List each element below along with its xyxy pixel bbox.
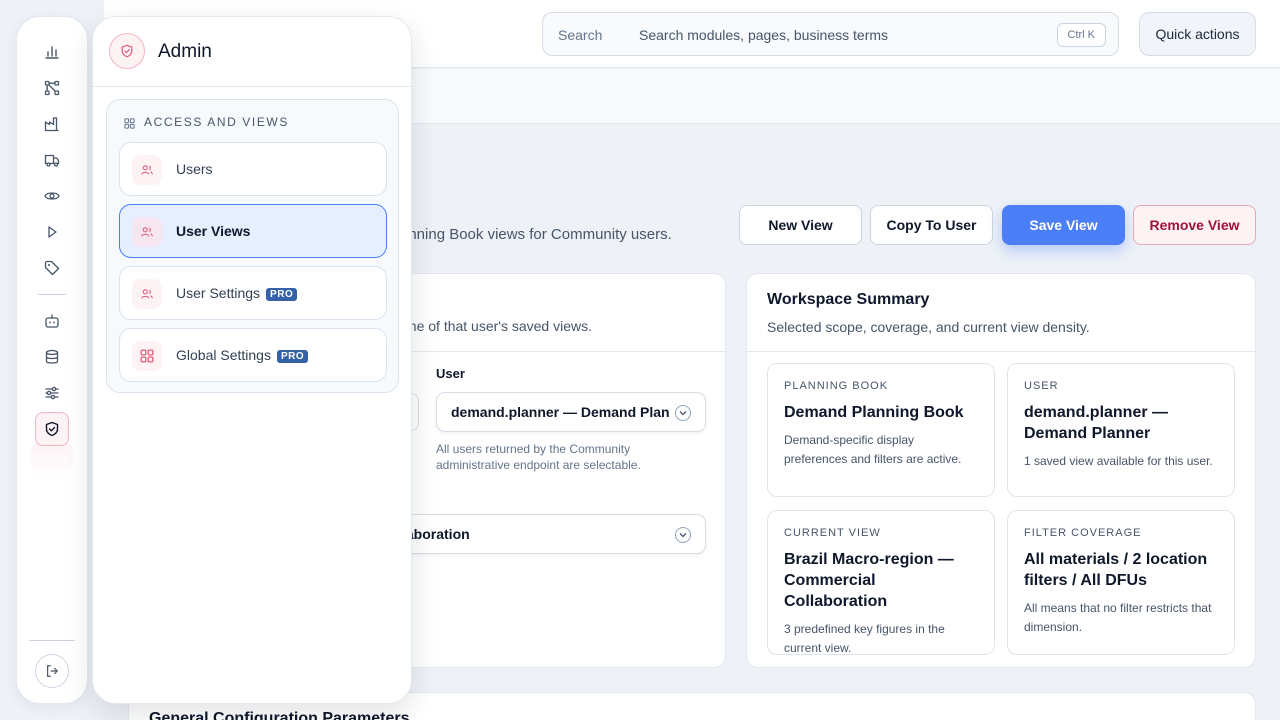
menu-item-label: Global Settings PRO (176, 347, 309, 363)
factory-icon[interactable] (35, 107, 69, 141)
menu-item-label: User Settings PRO (176, 285, 298, 301)
users-icon (132, 279, 162, 309)
menu-item-label: User Views (176, 223, 251, 239)
tile-description: Demand-specific display preferences and … (784, 433, 962, 466)
access-and-views-group: ACCESS AND VIEWS Users User Views User S… (106, 99, 399, 393)
remove-view-button[interactable]: Remove View (1133, 205, 1256, 245)
user-select[interactable]: demand.planner — Demand Planner (436, 392, 706, 432)
menu-item-text: User Settings (176, 285, 261, 301)
menu-item-user-views[interactable]: User Views (119, 204, 387, 258)
summary-tile-user: USER demand.planner — Demand Planner 1 s… (1007, 363, 1235, 497)
chevron-down-icon (675, 405, 691, 421)
workspace-summary-card: Workspace Summary Selected scope, covera… (746, 273, 1256, 668)
search-shortcut-badge: Ctrl K (1056, 23, 1106, 47)
grid-icon (124, 116, 135, 134)
bot-icon[interactable] (35, 304, 69, 338)
tile-kicker: FILTER COVERAGE (1024, 527, 1142, 539)
truck-icon[interactable] (35, 143, 69, 177)
tile-value: All materials / 2 location filters / All… (1024, 551, 1208, 589)
icon-rail (16, 16, 88, 704)
search-input[interactable] (639, 24, 1049, 46)
eye-icon[interactable] (35, 179, 69, 213)
menu-item-users[interactable]: Users (119, 142, 387, 196)
shield-icon[interactable] (35, 412, 69, 446)
view-select-value: laboration (402, 526, 470, 542)
tile-value: Demand Planning Book (784, 404, 964, 421)
play-icon[interactable] (35, 215, 69, 249)
logout-icon[interactable] (35, 654, 69, 688)
chevron-down-icon (675, 527, 691, 543)
tile-kicker: CURRENT VIEW (784, 527, 881, 539)
rail-separator (29, 640, 75, 641)
tile-description: 3 predefined key figures in the current … (784, 622, 945, 655)
tile-kicker: PLANNING BOOK (784, 380, 889, 392)
tag-icon[interactable] (35, 251, 69, 285)
rail-separator (38, 294, 66, 295)
quick-actions-button[interactable]: Quick actions (1139, 12, 1256, 56)
tile-kicker: USER (1024, 380, 1059, 392)
tile-description: All means that no filter restricts that … (1024, 601, 1212, 634)
tile-value: Brazil Macro-region — Commercial Collabo… (784, 551, 954, 610)
global-search[interactable]: Search Ctrl K (542, 12, 1119, 56)
general-config-title: General Configuration Parameters (149, 710, 410, 720)
summary-tile-planning-book: PLANNING BOOK Demand Planning Book Deman… (767, 363, 995, 497)
menu-item-text: Global Settings (176, 347, 271, 363)
database-icon[interactable] (35, 340, 69, 374)
copy-to-user-button[interactable]: Copy To User (870, 205, 993, 245)
network-icon[interactable] (35, 71, 69, 105)
selection-card-description: one of that user's saved views. (401, 318, 592, 334)
sliders-icon[interactable] (35, 376, 69, 410)
admin-flyout-panel: Admin ACCESS AND VIEWS Users User Views … (92, 16, 412, 704)
menu-item-global-settings[interactable]: Global Settings PRO (119, 328, 387, 382)
pro-badge: PRO (266, 288, 298, 301)
user-select-value: demand.planner — Demand Planner (451, 404, 669, 420)
page-subtitle: anning Book views for Community users. (400, 226, 672, 243)
divider (747, 351, 1255, 352)
save-view-button[interactable]: Save View (1002, 205, 1125, 245)
divider (93, 86, 411, 87)
users-icon (132, 155, 162, 185)
pro-badge: PRO (276, 350, 309, 363)
users-icon (132, 217, 162, 247)
new-view-button[interactable]: New View (739, 205, 862, 245)
grid-icon (132, 341, 162, 371)
menu-item-label: Users (176, 161, 213, 177)
user-field-label: User (436, 366, 465, 381)
shield-icon (109, 33, 145, 69)
summary-description: Selected scope, coverage, and current vi… (767, 319, 1090, 335)
user-field-help: All users returned by the Community admi… (436, 442, 641, 472)
menu-item-user-settings[interactable]: User Settings PRO (119, 266, 387, 320)
view-select[interactable]: laboration (389, 514, 706, 554)
tile-value: demand.planner — Demand Planner (1024, 404, 1169, 442)
summary-tile-current-view: CURRENT VIEW Brazil Macro-region — Comme… (767, 510, 995, 655)
group-label: ACCESS AND VIEWS (144, 115, 289, 129)
search-label: Search (558, 27, 603, 43)
summary-title: Workspace Summary (767, 291, 930, 308)
tile-description: 1 saved view available for this user. (1024, 454, 1213, 468)
flyout-title: Admin (158, 41, 212, 62)
active-glow (31, 443, 73, 477)
bar-chart-icon[interactable] (35, 35, 69, 69)
summary-tile-filter-coverage: FILTER COVERAGE All materials / 2 locati… (1007, 510, 1235, 655)
